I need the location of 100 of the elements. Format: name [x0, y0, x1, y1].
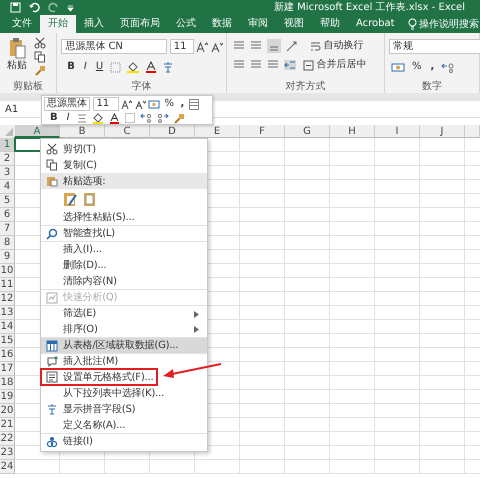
ribbon-tab[interactable]: 视图 [276, 15, 312, 33]
column-header[interactable]: F [240, 125, 285, 138]
row-header[interactable]: 20 [0, 404, 15, 418]
font-name-field[interactable]: 思源黑体 CN [61, 39, 168, 54]
borders-icon[interactable] [110, 62, 122, 72]
menu-item[interactable]: 定义名称(A)... [41, 417, 207, 433]
align-bottom-icon[interactable] [267, 39, 282, 53]
column-header[interactable]: C [105, 125, 150, 138]
row-header[interactable]: 10 [0, 264, 15, 278]
ribbon-tab[interactable]: 帮助 [312, 15, 348, 33]
row-header[interactable]: 8 [0, 236, 15, 250]
column-header[interactable]: B [60, 125, 105, 138]
menu-item[interactable]: 选择性粘贴(S)... [41, 209, 207, 225]
scissors-icon[interactable] [34, 37, 46, 49]
row-header[interactable]: 7 [0, 222, 15, 236]
paste-button[interactable]: 粘贴 [4, 37, 30, 73]
row-header[interactable]: 16 [0, 348, 15, 362]
row-header[interactable]: 9 [0, 250, 15, 264]
ribbon-tab[interactable]: 文件 [4, 15, 40, 33]
underline-button[interactable]: U [94, 60, 106, 74]
paste-icon[interactable] [83, 191, 96, 207]
column-header[interactable]: D [150, 125, 195, 138]
lightbulb-icon[interactable] [408, 18, 417, 30]
menu-item[interactable]: 显示拼音字段(S) [41, 401, 207, 417]
menu-item[interactable]: 排序(O) [41, 321, 207, 337]
column-header[interactable]: A [15, 125, 60, 138]
tell-me-search[interactable]: 操作说明搜索 [419, 16, 480, 32]
italic-button[interactable]: I [64, 111, 72, 125]
align-left-icon[interactable] [233, 60, 246, 70]
font-color-icon[interactable] [108, 112, 120, 124]
row-header[interactable]: 1 [0, 138, 15, 152]
row-header[interactable]: 22 [0, 432, 15, 446]
percent-button[interactable]: % [410, 60, 424, 74]
align-middle-icon[interactable] [250, 41, 262, 51]
row-header[interactable]: 11 [0, 278, 15, 292]
comma-button[interactable]: , [178, 97, 186, 111]
paste-keep-format-icon[interactable] [63, 191, 78, 207]
orientation-icon[interactable] [286, 40, 298, 52]
undo-icon[interactable] [29, 2, 40, 13]
decrease-indent-icon[interactable] [284, 60, 296, 70]
fill-color-icon[interactable] [126, 61, 140, 73]
row-header[interactable]: 18 [0, 376, 15, 390]
table-style-icon[interactable] [188, 98, 199, 110]
fill-color-icon[interactable] [92, 112, 104, 124]
number-format-field[interactable]: 常规 [389, 39, 480, 54]
ribbon-tab[interactable]: 插入 [76, 15, 112, 33]
currency-icon[interactable] [148, 98, 160, 110]
row-header[interactable]: 23 [0, 446, 15, 460]
row-header[interactable]: 21 [0, 418, 15, 432]
format-painter-icon[interactable] [174, 112, 185, 124]
row-header[interactable]: 4 [0, 180, 15, 194]
row-header[interactable]: 15 [0, 334, 15, 348]
menu-item[interactable]: 删除(D)... [41, 257, 207, 273]
increase-decimal-icon[interactable] [140, 113, 152, 123]
row-header[interactable]: 6 [0, 208, 15, 222]
font-size-field[interactable]: 11 [170, 39, 194, 54]
ribbon-tab[interactable]: 数据 [204, 15, 240, 33]
column-header[interactable]: I [375, 125, 420, 138]
menu-item[interactable]: 插入批注(M) [41, 353, 207, 369]
save-icon[interactable] [10, 2, 21, 13]
redo-icon[interactable] [48, 2, 59, 13]
align-top-icon[interactable] [233, 41, 246, 51]
column-header[interactable]: G [285, 125, 330, 138]
currency-icon[interactable] [391, 62, 406, 72]
decrease-font-icon[interactable] [210, 40, 223, 52]
align-center-icon[interactable] [76, 114, 87, 122]
row-header[interactable]: 14 [0, 320, 15, 334]
menu-item[interactable]: 设置单元格格式(F)... [41, 369, 207, 385]
row-header[interactable]: 13 [0, 306, 15, 320]
ribbon-tab[interactable]: 页面布局 [112, 15, 168, 33]
menu-item[interactable]: 复制(C) [41, 157, 207, 173]
ribbon-tab[interactable]: 公式 [168, 15, 204, 33]
align-center-icon[interactable] [250, 60, 262, 70]
menu-item[interactable]: 剪切(T) [41, 141, 207, 157]
bold-button[interactable]: B [65, 60, 77, 74]
row-header[interactable]: 12 [0, 292, 15, 306]
comma-button[interactable]: , [428, 60, 436, 74]
customize-icon[interactable] [67, 4, 74, 12]
menu-item[interactable]: 插入(I)... [41, 241, 207, 257]
ribbon-tab[interactable]: 开始 [40, 15, 76, 33]
row-header[interactable]: 5 [0, 194, 15, 208]
column-header[interactable]: J [420, 125, 465, 138]
align-right-icon[interactable] [267, 60, 280, 70]
wrap-text-button[interactable]: 自动换行 [308, 39, 366, 53]
row-header[interactable]: 2 [0, 152, 15, 166]
format-painter-icon[interactable] [34, 65, 46, 77]
row-header[interactable]: 3 [0, 166, 15, 180]
increase-font-icon[interactable] [196, 40, 208, 52]
column-header[interactable]: H [330, 125, 375, 138]
menu-item[interactable]: 清除内容(N) [41, 273, 207, 289]
percent-button[interactable]: % [162, 97, 176, 111]
font-color-icon[interactable] [145, 61, 158, 73]
menu-item[interactable]: 链接(I) [41, 433, 207, 449]
font-name-field[interactable]: 思源黑体 [44, 97, 90, 111]
copy-icon[interactable] [34, 51, 46, 63]
increase-decimal-icon[interactable] [441, 62, 456, 72]
ribbon-tab[interactable]: Acrobat [348, 15, 403, 33]
increase-font-icon[interactable] [121, 98, 132, 110]
decrease-font-icon[interactable] [134, 98, 146, 110]
row-header[interactable]: 17 [0, 362, 15, 376]
